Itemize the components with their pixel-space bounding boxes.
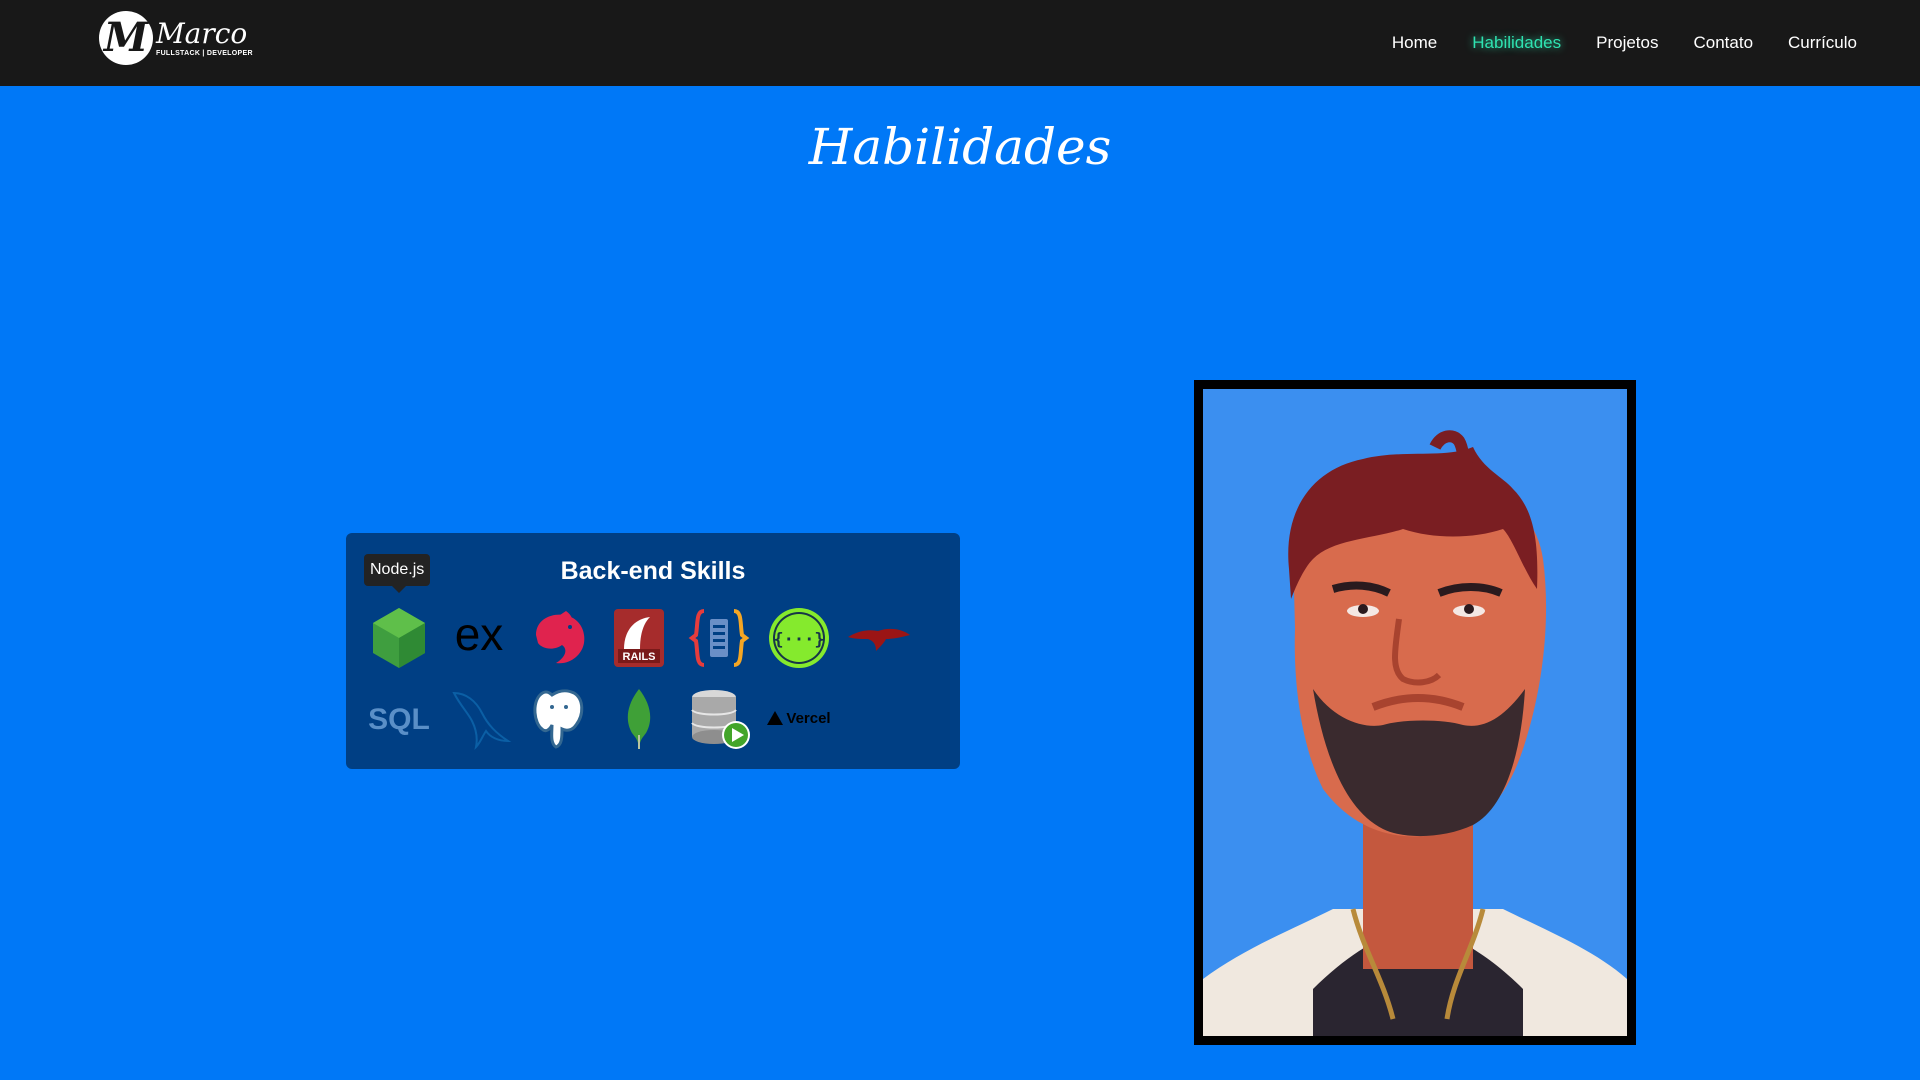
logo-monogram: M bbox=[103, 14, 149, 61]
mysql-dolphin-icon[interactable] bbox=[446, 685, 512, 751]
sql-icon[interactable]: SQL bbox=[366, 685, 432, 751]
logo-tagline: FULLSTACK | DEVELOPER bbox=[156, 50, 253, 57]
postgresql-icon[interactable] bbox=[526, 685, 592, 751]
nav-contato[interactable]: Contato bbox=[1693, 31, 1753, 55]
sql-icon-text: SQL bbox=[368, 703, 430, 736]
ruby-gem-icon[interactable] bbox=[846, 605, 912, 671]
vercel-icon[interactable]: Vercel bbox=[766, 685, 832, 751]
nestjs-icon[interactable] bbox=[526, 605, 592, 671]
express-icon[interactable]: ex bbox=[446, 605, 512, 671]
nav-curriculo[interactable]: Currículo bbox=[1788, 31, 1857, 55]
swagger-icon[interactable]: {···} bbox=[766, 605, 832, 671]
top-navbar: M Marco FULLSTACK | DEVELOPER Home Habil… bbox=[0, 0, 1920, 86]
rails-icon[interactable]: RAILS bbox=[606, 605, 672, 671]
skills-row-1: ex RAILS {···} bbox=[366, 605, 926, 671]
page-title: Habilidades bbox=[808, 118, 1112, 176]
swagger-icon-text: {···} bbox=[773, 630, 824, 650]
nav-habilidades[interactable]: Habilidades bbox=[1472, 31, 1561, 55]
rails-icon-text: RAILS bbox=[623, 651, 656, 663]
database-run-icon[interactable] bbox=[686, 685, 752, 751]
site-logo[interactable]: M Marco FULLSTACK | DEVELOPER bbox=[99, 11, 253, 65]
json-server-icon[interactable] bbox=[686, 605, 752, 671]
nav-home[interactable]: Home bbox=[1392, 31, 1437, 55]
skills-card-title: Back-end Skills bbox=[560, 557, 746, 585]
vercel-triangle-icon bbox=[767, 711, 784, 725]
vercel-label: Vercel bbox=[786, 709, 831, 727]
main-nav: Home Habilidades Projetos Contato Curríc… bbox=[1357, 31, 1857, 55]
nodejs-icon[interactable] bbox=[366, 605, 432, 671]
logo-name: Marco bbox=[156, 17, 248, 50]
mongodb-leaf-icon[interactable] bbox=[606, 685, 672, 751]
portrait-frame bbox=[1194, 380, 1636, 1045]
nav-projetos[interactable]: Projetos bbox=[1596, 31, 1658, 55]
backend-skills-card: Node.js Back-end Skills ex RAILS {···} S… bbox=[346, 533, 960, 769]
logo-text: Marco FULLSTACK | DEVELOPER bbox=[156, 17, 253, 58]
logo-monogram-icon: M bbox=[99, 11, 153, 65]
skills-row-2: SQL Vercel bbox=[366, 685, 846, 751]
express-icon-text: ex bbox=[455, 608, 504, 660]
pixel-art-portrait bbox=[1203, 389, 1627, 1036]
